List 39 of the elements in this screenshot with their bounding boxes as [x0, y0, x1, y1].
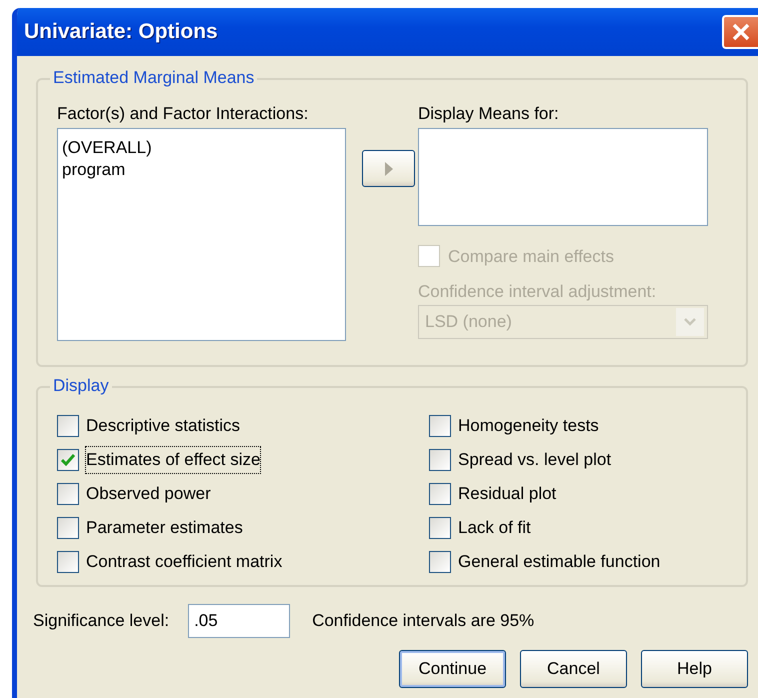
factor-list[interactable]: (OVERALL) program	[57, 128, 346, 340]
list-label: Display Means for:	[418, 103, 560, 125]
chevron-down-icon	[684, 318, 696, 326]
checkbox[interactable]	[429, 449, 451, 471]
dialog-button[interactable]: Help	[641, 650, 748, 688]
checkbox[interactable]	[57, 415, 79, 437]
check-icon	[61, 454, 75, 466]
checkbox-label: Spread vs. level plot	[458, 449, 612, 472]
dialog-button[interactable]: Cancel	[520, 650, 627, 688]
list-item[interactable]: (OVERALL)	[62, 136, 341, 158]
list-label: Factor(s) and Factor Interactions:	[57, 103, 310, 125]
checkbox-label: Contrast coefficient matrix	[86, 551, 282, 574]
checkbox-label: Observed power	[86, 483, 211, 506]
field-label: Significance level:	[33, 610, 170, 632]
checkbox-label: General estimable function	[458, 551, 660, 574]
arrow-right-icon	[384, 162, 392, 176]
list-item[interactable]: program	[62, 158, 341, 180]
checkbox-label: Compare main effects	[448, 246, 614, 268]
checkbox[interactable]	[429, 415, 451, 437]
confidence-note: Confidence intervals are 95%	[312, 610, 534, 632]
checkbox[interactable]	[57, 449, 79, 471]
checkbox[interactable]	[57, 483, 79, 505]
checkbox-label: Descriptive statistics	[86, 415, 240, 438]
checkbox[interactable]	[429, 483, 451, 505]
checkbox-label: Lack of fit	[458, 517, 531, 540]
checkbox-label: Homogeneity tests	[458, 415, 599, 438]
checkbox-label: Residual plot	[458, 483, 556, 506]
checkbox[interactable]	[429, 517, 451, 539]
dropdown-label: Confidence interval adjustment:	[418, 281, 658, 303]
close-icon	[731, 22, 751, 42]
checkbox-label: Parameter estimates	[86, 517, 243, 540]
checkbox-label: Estimates of effect size	[86, 447, 260, 473]
checkbox[interactable]	[57, 551, 79, 573]
checkbox[interactable]	[429, 551, 451, 573]
checkbox[interactable]	[57, 517, 79, 539]
window-title: Univariate: Options	[24, 19, 218, 46]
close-button[interactable]	[722, 15, 758, 49]
significance-field[interactable]: .05	[188, 604, 290, 638]
dialog-button[interactable]: Continue	[399, 650, 506, 688]
